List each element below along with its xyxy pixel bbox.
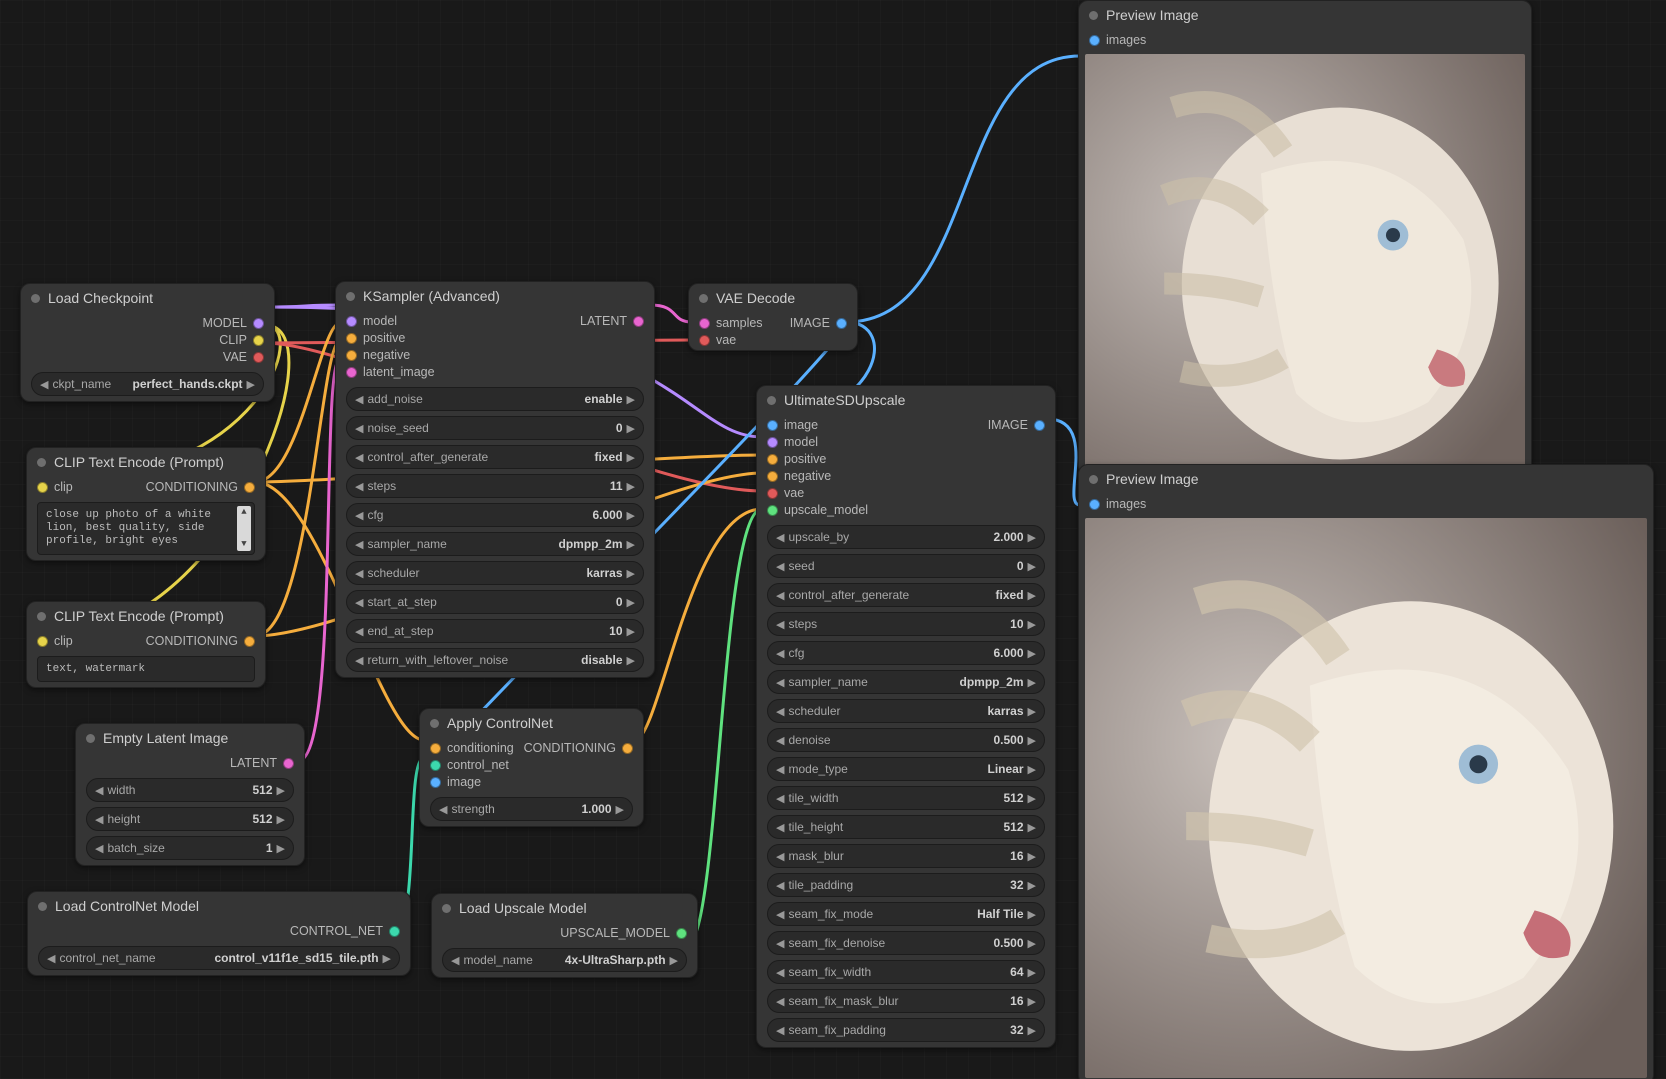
prompt-text-negative[interactable]: text, watermark <box>37 656 255 682</box>
widget-tile_height[interactable]: ◀tile_height512▶ <box>767 815 1045 839</box>
widget-sampler_name[interactable]: ◀sampler_namedpmpp_2m▶ <box>346 532 644 556</box>
node-title: CLIP Text Encode (Prompt) <box>54 454 224 470</box>
widget-end_at_step[interactable]: ◀end_at_step10▶ <box>346 619 644 643</box>
widget-control_after_generate[interactable]: ◀control_after_generatefixed▶ <box>767 583 1045 607</box>
widget-denoise[interactable]: ◀denoise0.500▶ <box>767 728 1045 752</box>
node-title: UltimateSDUpscale <box>784 392 905 408</box>
widget-scheduler[interactable]: ◀schedulerkarras▶ <box>767 699 1045 723</box>
node-load-checkpoint[interactable]: Load Checkpoint MODEL CLIP VAE ◀ckpt_nam… <box>20 283 275 402</box>
widget-return_with_leftover_noise[interactable]: ◀return_with_leftover_noisedisable▶ <box>346 648 644 672</box>
node-preview-image-top[interactable]: Preview Image images <box>1078 0 1532 476</box>
widget-strength[interactable]: ◀strength1.000▶ <box>430 797 633 821</box>
node-clip-text-encode-negative[interactable]: CLIP Text Encode (Prompt) clip CONDITION… <box>26 601 266 688</box>
node-title: VAE Decode <box>716 290 795 306</box>
node-load-upscale-model[interactable]: Load Upscale Model UPSCALE_MODEL ◀model_… <box>431 893 698 978</box>
node-title: Empty Latent Image <box>103 730 228 746</box>
widget-ckpt-name[interactable]: ◀ckpt_nameperfect_hands.ckpt▶ <box>31 372 264 396</box>
widget-controlnet-name[interactable]: ◀control_net_namecontrol_v11f1e_sd15_til… <box>38 946 400 970</box>
node-ksampler-advanced[interactable]: KSampler (Advanced) model positive negat… <box>335 281 655 678</box>
widget-mask_blur[interactable]: ◀mask_blur16▶ <box>767 844 1045 868</box>
widget-steps[interactable]: ◀steps11▶ <box>346 474 644 498</box>
widget-noise_seed[interactable]: ◀noise_seed0▶ <box>346 416 644 440</box>
node-title: CLIP Text Encode (Prompt) <box>54 608 224 624</box>
widget-upscale-model-name[interactable]: ◀model_name4x-UltraSharp.pth▶ <box>442 948 687 972</box>
widget-width[interactable]: ◀width512▶ <box>86 778 294 802</box>
node-title: Preview Image <box>1106 7 1199 23</box>
node-clip-text-encode-positive[interactable]: CLIP Text Encode (Prompt) clip CONDITION… <box>26 447 266 561</box>
widget-add_noise[interactable]: ◀add_noiseenable▶ <box>346 387 644 411</box>
widget-seam_fix_mode[interactable]: ◀seam_fix_modeHalf Tile▶ <box>767 902 1045 926</box>
widget-tile_padding[interactable]: ◀tile_padding32▶ <box>767 873 1045 897</box>
widget-seam_fix_width[interactable]: ◀seam_fix_width64▶ <box>767 960 1045 984</box>
node-ultimate-sd-upscale[interactable]: UltimateSDUpscale image model positive n… <box>756 385 1056 1048</box>
prompt-text-positive[interactable]: close up photo of a white lion, best qua… <box>37 502 255 555</box>
widget-batch-size[interactable]: ◀batch_size1▶ <box>86 836 294 860</box>
widget-steps[interactable]: ◀steps10▶ <box>767 612 1045 636</box>
node-title: Load Upscale Model <box>459 900 587 916</box>
node-title: Apply ControlNet <box>447 715 553 731</box>
scroll-down-icon[interactable]: ▼ <box>237 538 251 551</box>
node-apply-controlnet[interactable]: Apply ControlNet conditioning control_ne… <box>419 708 644 827</box>
node-empty-latent-image[interactable]: Empty Latent Image LATENT ◀width512▶ ◀he… <box>75 723 305 866</box>
node-title: Preview Image <box>1106 471 1199 487</box>
node-preview-image-bottom[interactable]: Preview Image images <box>1078 464 1654 1079</box>
node-vae-decode[interactable]: VAE Decode samples vae IMAGE <box>688 283 858 351</box>
node-load-controlnet-model[interactable]: Load ControlNet Model CONTROL_NET ◀contr… <box>27 891 411 976</box>
node-title: Load Checkpoint <box>48 290 153 306</box>
widget-upscale_by[interactable]: ◀upscale_by2.000▶ <box>767 525 1045 549</box>
widget-seed[interactable]: ◀seed0▶ <box>767 554 1045 578</box>
widget-cfg[interactable]: ◀cfg6.000▶ <box>767 641 1045 665</box>
widget-scheduler[interactable]: ◀schedulerkarras▶ <box>346 561 644 585</box>
scroll-up-icon[interactable]: ▲ <box>237 506 251 519</box>
preview-image <box>1085 54 1525 469</box>
widget-seam_fix_padding[interactable]: ◀seam_fix_padding32▶ <box>767 1018 1045 1042</box>
widget-start_at_step[interactable]: ◀start_at_step0▶ <box>346 590 644 614</box>
widget-tile_width[interactable]: ◀tile_width512▶ <box>767 786 1045 810</box>
preview-image <box>1085 518 1647 1078</box>
widget-control_after_generate[interactable]: ◀control_after_generatefixed▶ <box>346 445 644 469</box>
widget-sampler_name[interactable]: ◀sampler_namedpmpp_2m▶ <box>767 670 1045 694</box>
widget-height[interactable]: ◀height512▶ <box>86 807 294 831</box>
widget-mode_type[interactable]: ◀mode_typeLinear▶ <box>767 757 1045 781</box>
widget-cfg[interactable]: ◀cfg6.000▶ <box>346 503 644 527</box>
node-title: KSampler (Advanced) <box>363 288 500 304</box>
widget-seam_fix_mask_blur[interactable]: ◀seam_fix_mask_blur16▶ <box>767 989 1045 1013</box>
node-graph-canvas[interactable]: Load Checkpoint MODEL CLIP VAE ◀ckpt_nam… <box>0 0 1666 1079</box>
node-title: Load ControlNet Model <box>55 898 199 914</box>
widget-seam_fix_denoise[interactable]: ◀seam_fix_denoise0.500▶ <box>767 931 1045 955</box>
